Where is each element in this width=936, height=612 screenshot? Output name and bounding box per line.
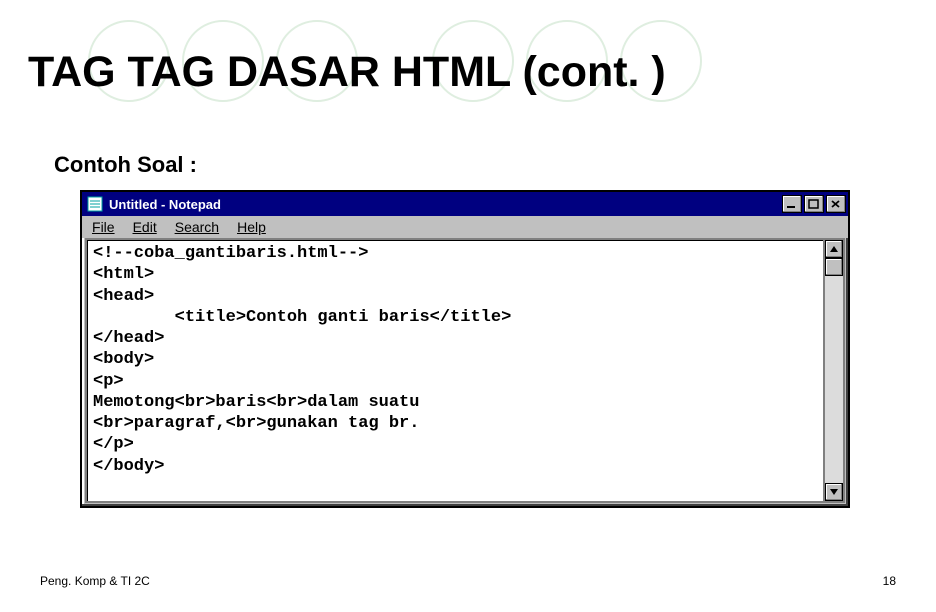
close-button[interactable]: [826, 195, 846, 213]
footer-left: Peng. Komp & TI 2C: [40, 574, 150, 588]
scroll-thumb[interactable]: [825, 258, 843, 276]
maximize-button[interactable]: [804, 195, 824, 213]
menu-file[interactable]: File: [92, 219, 115, 235]
menubar: File Edit Search Help: [82, 216, 848, 238]
notepad-window: Untitled - Notepad File Edit Search Help…: [80, 190, 850, 508]
client-area: <!--coba_gantibaris.html--> <html> <head…: [85, 238, 845, 503]
slide-subheader: Contoh Soal :: [54, 152, 197, 178]
scroll-down-button[interactable]: [825, 483, 843, 501]
scroll-track[interactable]: [825, 276, 843, 483]
menu-edit[interactable]: Edit: [133, 219, 157, 235]
menu-search[interactable]: Search: [175, 219, 219, 235]
page-number: 18: [883, 574, 896, 588]
titlebar[interactable]: Untitled - Notepad: [82, 192, 848, 216]
text-area[interactable]: <!--coba_gantibaris.html--> <html> <head…: [85, 238, 825, 503]
scroll-up-button[interactable]: [825, 240, 843, 258]
slide-title: TAG TAG DASAR HTML (cont. ): [28, 48, 666, 97]
vertical-scrollbar[interactable]: [825, 238, 845, 503]
notepad-app-icon: [86, 195, 104, 213]
minimize-button[interactable]: [782, 195, 802, 213]
menu-help[interactable]: Help: [237, 219, 266, 235]
window-title: Untitled - Notepad: [109, 197, 782, 212]
